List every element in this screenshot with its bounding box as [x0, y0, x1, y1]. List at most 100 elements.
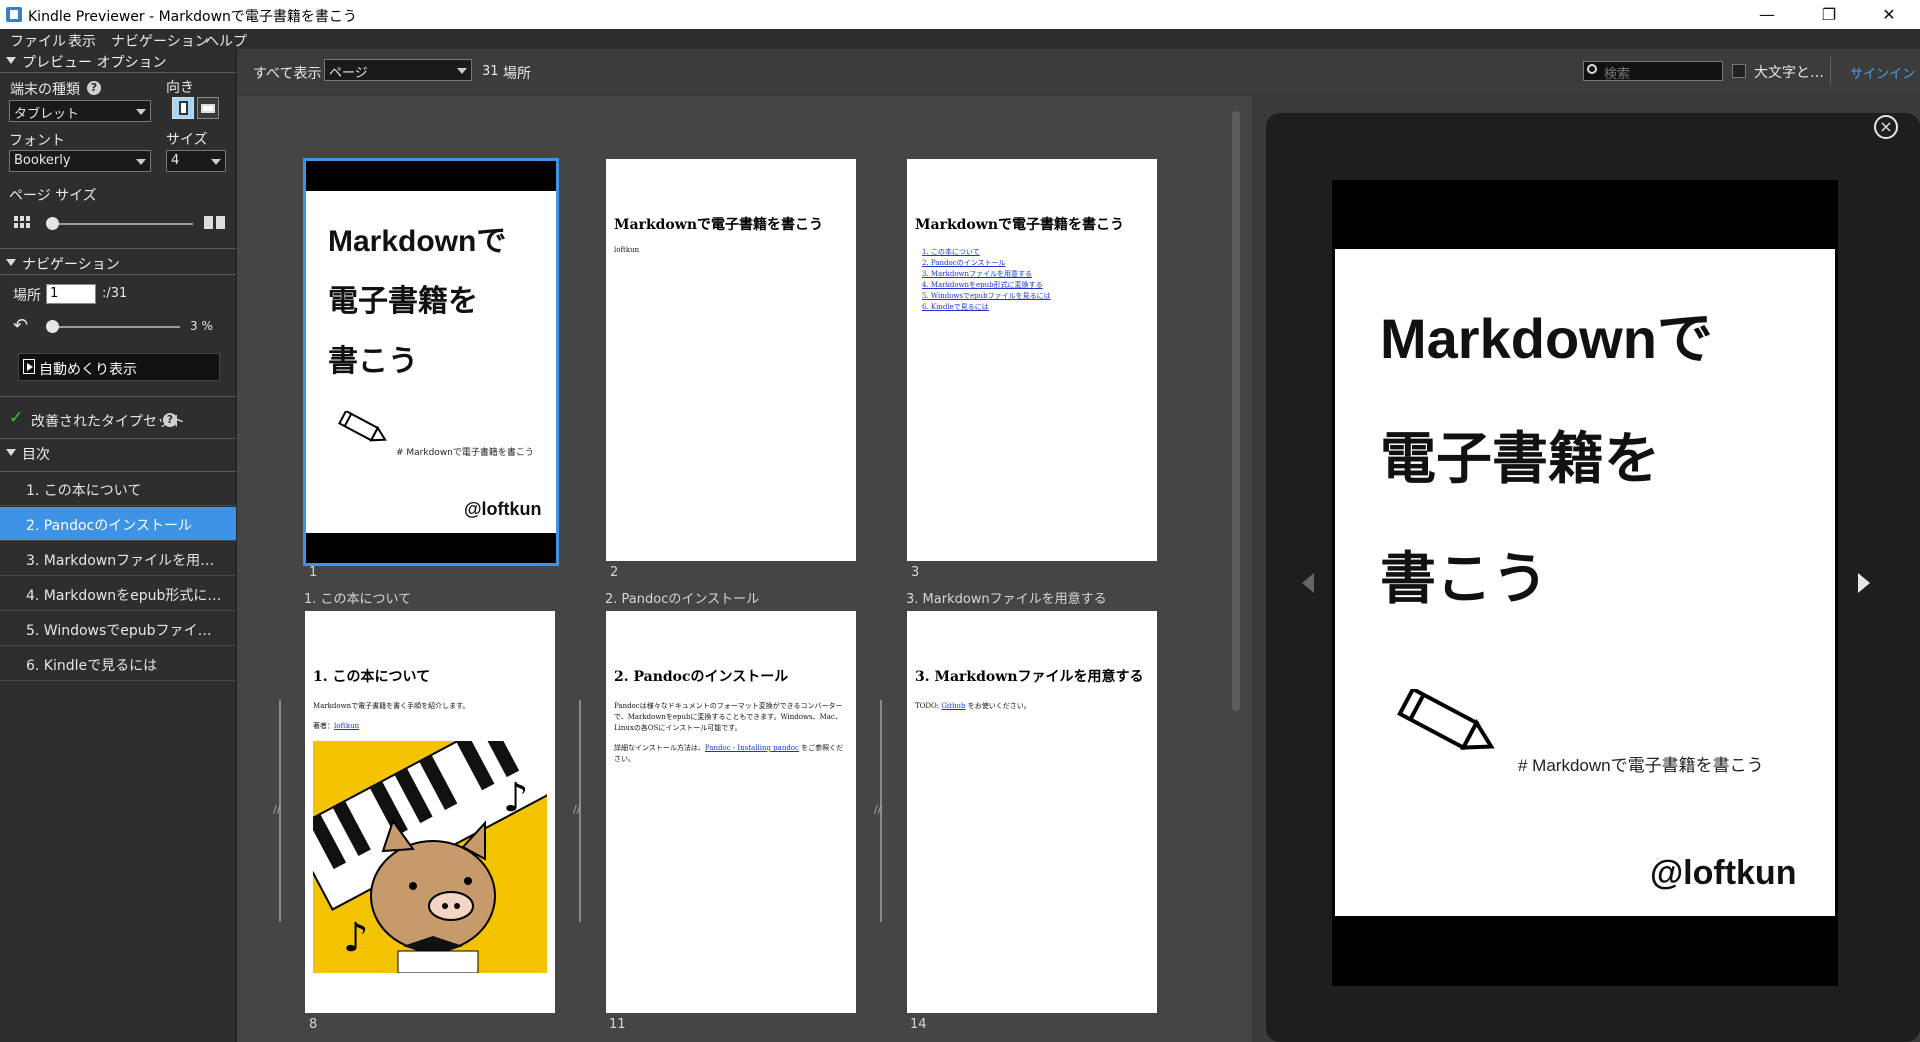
window-title: Kindle Previewer - Markdownで電子書籍を書こう: [28, 9, 357, 25]
dropdown-arrow-icon: [136, 109, 146, 115]
play-icon: [23, 359, 35, 374]
vertical-scrollbar[interactable]: [1232, 111, 1240, 711]
location-count: 31: [482, 64, 499, 79]
page-number: 14: [910, 1017, 927, 1032]
toc-links: 1. この本について 2. Pandocのインストール 3. Markdownフ…: [922, 248, 1051, 311]
signin-link[interactable]: サインイン: [1850, 63, 1915, 82]
view-mode-select[interactable]: ページ: [324, 59, 472, 81]
help-icon[interactable]: ?: [87, 81, 101, 95]
page-number: 11: [609, 1017, 626, 1032]
typeset-label: 改善されたタイプセット: [31, 414, 185, 430]
page-thumbnail[interactable]: Markdownで 電子書籍を 書こう # Markdownで電子書籍を書こう …: [303, 158, 559, 566]
toc-item[interactable]: 6. Kindleで見るには: [0, 647, 236, 681]
progress-percent: 3 %: [190, 319, 213, 333]
page-thumbnail[interactable]: Markdownで電子書籍を書こう loftkun: [606, 159, 856, 561]
preview-options-header[interactable]: プレビュー オプション: [0, 50, 236, 72]
menu-navigation[interactable]: ナビゲーション: [111, 31, 209, 51]
checkmark-icon: ✓: [9, 408, 24, 428]
page-size-slider-track[interactable]: [48, 223, 193, 225]
landscape-icon: [201, 104, 215, 113]
back-arrow-icon[interactable]: ↶: [13, 315, 28, 336]
font-size-select[interactable]: 4: [166, 150, 226, 172]
location-slider-track[interactable]: [48, 326, 180, 328]
device-type-select[interactable]: タブレット: [9, 100, 151, 122]
pencil-icon: [338, 411, 387, 442]
page-thumbnail[interactable]: 3. Markdownファイルを用意する TODO: Github をお使いくだ…: [907, 611, 1157, 1013]
previous-page-arrow-icon[interactable]: [1302, 573, 1314, 593]
landscape-orientation-button[interactable]: [197, 97, 219, 119]
dropdown-arrow-icon: [457, 68, 467, 74]
match-case-label: 大文字と…: [1754, 65, 1824, 81]
page-number: 8: [309, 1017, 318, 1032]
kindle-previewer-icon: [6, 7, 22, 22]
splitter-handle-icon[interactable]: //: [874, 803, 881, 816]
page-thumbnail[interactable]: Markdownで電子書籍を書こう 1. この本について 2. Pandocのイ…: [907, 159, 1157, 561]
search-icon: [1587, 64, 1597, 74]
search-box[interactable]: 検索: [1583, 61, 1723, 82]
divider: [1830, 57, 1831, 85]
page-caption: 1. この本について: [304, 592, 412, 607]
location-count-unit: 場所: [503, 66, 531, 82]
small-page-grid-icon[interactable]: [14, 216, 32, 230]
page-size-slider-thumb[interactable]: [46, 217, 59, 230]
svg-text:♪: ♪: [343, 915, 369, 961]
match-case-checkbox[interactable]: [1732, 64, 1746, 78]
toc-item[interactable]: 2. Pandocのインストール: [0, 507, 236, 541]
collapse-triangle-icon: [6, 259, 16, 266]
toc-item[interactable]: 5. Windowsでepubファイルを見…: [0, 612, 236, 646]
menu-bar: ファイル 表示 ナビゲーション ヘルプ: [0, 29, 1920, 51]
size-label: サイズ: [166, 132, 208, 148]
svg-text:♪: ♪: [503, 775, 529, 821]
close-preview-icon[interactable]: ×: [1874, 115, 1898, 139]
divider: [0, 248, 236, 249]
page-thumbnail[interactable]: 1. この本について Markdownで電子書籍を書く手順を紹介します。 著者：…: [305, 611, 555, 1013]
pencil-icon: [1397, 689, 1495, 751]
minimize-button[interactable]: —: [1744, 2, 1790, 28]
page-thumbnail[interactable]: 2. Pandocのインストール Pandocは様々なドキュメントのフォーマット…: [606, 611, 856, 1013]
page-caption: 3. Markdownファイルを用意する: [906, 592, 1107, 607]
divider: [0, 438, 236, 439]
font-label: フォント: [9, 133, 65, 149]
close-window-button[interactable]: ✕: [1866, 2, 1912, 28]
menu-help[interactable]: ヘルプ: [205, 31, 247, 51]
help-icon[interactable]: ?: [163, 413, 177, 427]
divider: [0, 274, 236, 275]
auto-flip-button[interactable]: 自動めくり表示: [18, 353, 220, 381]
search-input[interactable]: 検索: [1604, 63, 1630, 82]
device-screen: Markdownで 電子書籍を 書こう # Markdownで電子書籍を書こう …: [1335, 249, 1835, 916]
collapse-triangle-icon: [6, 57, 16, 64]
page-caption: 2. Pandocのインストール: [605, 592, 760, 607]
splitter-handle-icon[interactable]: //: [273, 803, 280, 816]
location-slider-thumb[interactable]: [45, 320, 59, 333]
dropdown-arrow-icon: [211, 159, 221, 165]
maximize-button[interactable]: ❐: [1806, 2, 1852, 28]
divider: [0, 396, 236, 397]
menu-view[interactable]: 表示: [68, 31, 96, 51]
splitter-handle-icon[interactable]: //: [573, 803, 580, 816]
large-page-grid-icon[interactable]: [204, 216, 226, 230]
divider: [0, 72, 236, 73]
dropdown-arrow-icon: [136, 159, 146, 165]
next-page-arrow-icon[interactable]: [1858, 573, 1870, 593]
location-total: :/31: [102, 286, 128, 301]
show-all-label: すべて表示: [253, 66, 322, 82]
boar-piano-illustration: ♪ ♪: [313, 741, 547, 973]
menu-file[interactable]: ファイル: [10, 31, 66, 51]
toc-item[interactable]: 1. この本について: [0, 472, 236, 506]
toc-item[interactable]: 3. Markdownファイルを用意する: [0, 542, 236, 576]
sidebar: プレビュー オプション 端末の種類 ? 向き タブレット フォント サイズ Bo…: [0, 49, 236, 1042]
portrait-orientation-button[interactable]: [172, 97, 194, 119]
navigation-header[interactable]: ナビゲーション: [0, 252, 236, 274]
title-bar: Kindle Previewer - Markdownで電子書籍を書こう — ❐…: [0, 0, 1920, 29]
location-input[interactable]: 1: [46, 284, 96, 304]
orientation-label: 向き: [166, 80, 194, 96]
toc-item[interactable]: 4. Markdownをepub形式に変…: [0, 577, 236, 611]
page-number: 3: [911, 565, 920, 580]
font-select[interactable]: Bookerly: [9, 150, 151, 172]
portrait-icon: [179, 101, 188, 115]
page-size-label: ページ サイズ: [9, 188, 97, 204]
toc-header[interactable]: 目次: [0, 442, 236, 464]
toolbar: すべて表示 ページ 31 場所 検索 大文字と… サインイン: [237, 49, 1920, 94]
page-number: 1: [309, 565, 318, 580]
device-type-label: 端末の種類: [10, 82, 80, 98]
